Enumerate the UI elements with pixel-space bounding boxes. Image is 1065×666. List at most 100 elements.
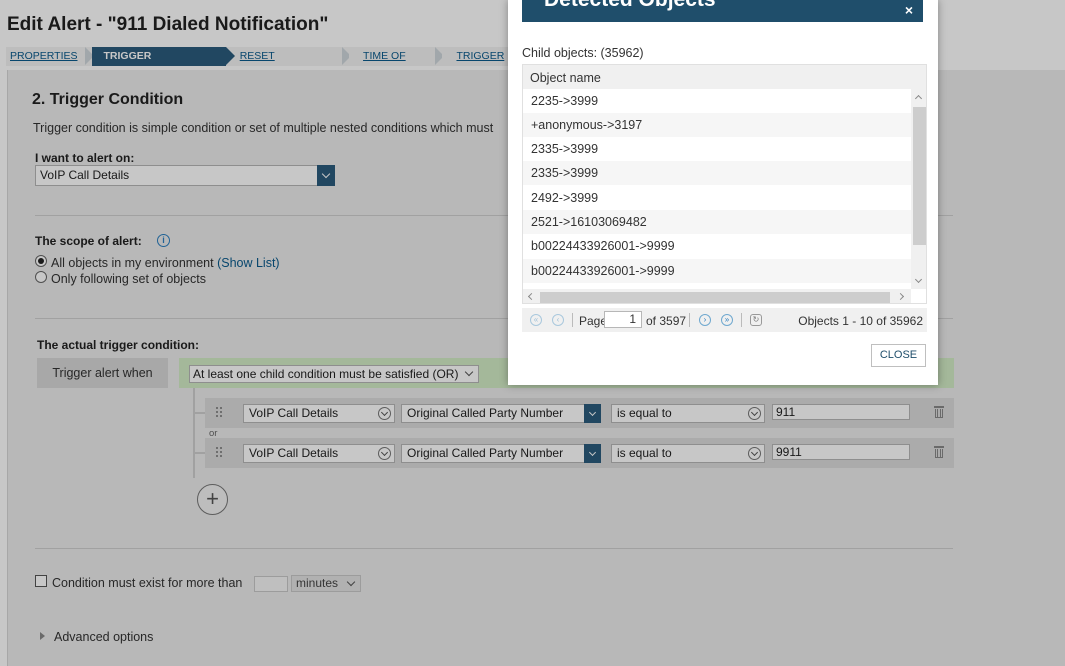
trash-icon[interactable]	[934, 406, 944, 418]
advanced-options-toggle[interactable]: Advanced options	[54, 630, 153, 644]
scope-label: The scope of alert:	[35, 234, 142, 248]
close-icon[interactable]: ×	[905, 0, 913, 28]
grid-row[interactable]: 2335->3999	[523, 161, 911, 185]
step-trigger-condition[interactable]: TRIGGER CONDITION	[91, 47, 235, 81]
chevron-down-icon	[584, 404, 601, 423]
trigger-when-label: Trigger alert when	[37, 358, 168, 388]
condition-operator-value: is equal to	[617, 406, 672, 420]
grid-pager: « ‹ Page 1 of 3597 › » ↻ Objects 1 - 10 …	[522, 308, 927, 332]
dialog-title: Detected Objects	[544, 0, 716, 11]
scroll-down-icon[interactable]	[914, 275, 923, 284]
scrollbar-thumb[interactable]	[540, 292, 890, 303]
grid-row[interactable]: b00224433926001->9999	[523, 259, 911, 283]
trash-icon[interactable]	[934, 446, 944, 458]
detected-objects-dialog: Detected Objects × Child objects: (35962…	[508, 0, 938, 385]
page-number-input[interactable]: 1	[604, 311, 642, 328]
section-description: Trigger condition is simple condition or…	[33, 121, 494, 135]
section-title: 2. Trigger Condition	[32, 91, 184, 108]
condition-operator-select[interactable]: is equal to	[611, 404, 765, 423]
drag-handle-icon[interactable]	[215, 406, 223, 419]
exist-units-select[interactable]: minutes	[291, 575, 361, 592]
scrollbar-thumb[interactable]	[913, 107, 926, 245]
page-label: Page	[579, 314, 608, 328]
child-count-label: Child objects: (35962)	[522, 46, 644, 60]
page-title: Edit Alert - "911 Dialed Notification"	[7, 14, 329, 35]
condition-field-select[interactable]: Original Called Party Number	[401, 404, 601, 423]
chevron-down-icon	[317, 165, 335, 186]
close-button[interactable]: CLOSE	[871, 344, 926, 367]
drag-handle-icon[interactable]	[215, 446, 223, 459]
actual-condition-label: The actual trigger condition:	[37, 338, 200, 352]
refresh-icon[interactable]: ↻	[750, 314, 762, 326]
condition-field-value: Original Called Party Number	[407, 406, 564, 420]
chevron-down-icon	[748, 407, 761, 420]
last-page-icon[interactable]: »	[721, 314, 733, 326]
condition-operator-select[interactable]: is equal to	[611, 444, 765, 463]
pager-separator	[572, 313, 573, 327]
step-properties[interactable]: PROPERTIES	[6, 47, 93, 66]
condition-row: VoIP Call Details Original Called Party …	[205, 398, 954, 428]
scope-some-label: Only following set of objects	[51, 272, 206, 286]
grid-row[interactable]: 2335->3999	[523, 137, 911, 161]
next-page-icon[interactable]: ›	[699, 314, 711, 326]
chevron-down-icon	[748, 447, 761, 460]
tree-connector	[193, 388, 195, 478]
chevron-down-icon	[346, 577, 356, 587]
condition-object-value: VoIP Call Details	[249, 406, 339, 420]
objects-grid: Object name 2235->3999 +anonymous->3197 …	[522, 64, 927, 304]
scroll-up-icon[interactable]	[914, 94, 923, 103]
condition-value-input[interactable]: 911	[772, 404, 910, 420]
group-operator-select[interactable]: At least one child condition must be sat…	[189, 365, 479, 383]
chevron-down-icon	[378, 407, 391, 420]
step-time-of-day[interactable]: TIME OF DAY	[349, 47, 445, 81]
pager-separator	[741, 313, 742, 327]
condition-exist-checkbox[interactable]	[35, 575, 47, 587]
step-reset-condition[interactable]: RESET CONDITION	[225, 47, 352, 81]
show-list-link[interactable]: (Show List)	[217, 256, 280, 270]
condition-object-select[interactable]: VoIP Call Details	[243, 404, 395, 423]
alert-on-select[interactable]: VoIP Call Details	[35, 165, 335, 186]
condition-operator-value: is equal to	[617, 446, 672, 460]
info-icon[interactable]: i	[157, 234, 170, 247]
chevron-down-icon	[584, 444, 601, 463]
wizard-steps: PROPERTIES TRIGGER CONDITION RESET CONDI…	[6, 47, 568, 81]
pager-separator	[689, 313, 690, 327]
add-condition-button[interactable]: +	[197, 484, 228, 515]
grid-row[interactable]: 2492->3999	[523, 186, 911, 210]
condition-object-select[interactable]: VoIP Call Details	[243, 444, 395, 463]
scope-some-radio[interactable]	[35, 271, 47, 283]
grid-row[interactable]: 2521->16103069482	[523, 210, 911, 234]
column-header[interactable]: Object name	[523, 65, 926, 89]
scope-all-label: All objects in my environment (Show List…	[51, 256, 280, 270]
dialog-header: Detected Objects ×	[522, 0, 923, 22]
grid-row[interactable]: 2235->3999	[523, 89, 911, 113]
grid-row[interactable]: +anonymous->3197	[523, 113, 911, 137]
condition-value-input[interactable]: 9911	[772, 444, 910, 460]
group-operator-value: At least one child condition must be sat…	[193, 367, 459, 381]
tree-connector	[193, 452, 205, 454]
exist-units-value: minutes	[296, 576, 339, 590]
scope-all-radio[interactable]	[35, 255, 47, 267]
condition-field-select[interactable]: Original Called Party Number	[401, 444, 601, 463]
tree-connector	[193, 412, 205, 414]
chevron-down-icon	[464, 367, 474, 377]
grid-row[interactable]: b00224433926001->9999	[523, 234, 911, 258]
condition-field-value: Original Called Party Number	[407, 446, 564, 460]
expand-arrow-icon[interactable]	[40, 632, 45, 640]
page-count-label: of 3597	[646, 314, 687, 328]
scroll-left-icon[interactable]	[527, 292, 536, 301]
alert-on-label: I want to alert on:	[35, 151, 135, 165]
chevron-down-icon	[378, 447, 391, 460]
alert-on-value: VoIP Call Details	[40, 168, 130, 182]
first-page-icon[interactable]: «	[530, 314, 542, 326]
condition-row: VoIP Call Details Original Called Party …	[205, 438, 954, 468]
condition-exist-label: Condition must exist for more than	[52, 576, 243, 590]
condition-object-value: VoIP Call Details	[249, 446, 339, 460]
vertical-scrollbar[interactable]	[911, 89, 926, 289]
exist-duration-input[interactable]	[254, 576, 288, 592]
horizontal-scrollbar[interactable]	[523, 289, 911, 303]
pager-summary: Objects 1 - 10 of 35962	[798, 314, 923, 328]
divider	[35, 548, 953, 549]
scroll-right-icon[interactable]	[896, 292, 905, 301]
prev-page-icon[interactable]: ‹	[552, 314, 564, 326]
